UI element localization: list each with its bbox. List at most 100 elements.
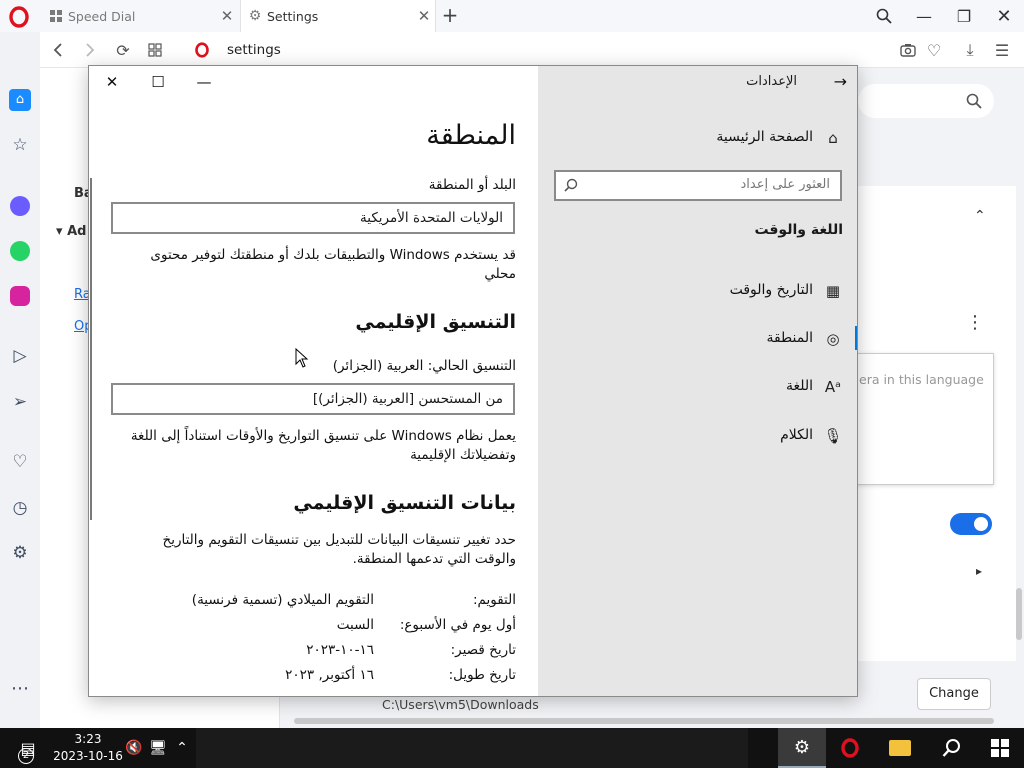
settings-nav-pane: → الإعدادات ⌂ الصفحة الرئيسية العثور على… <box>538 66 857 696</box>
selected-indicator <box>855 326 857 350</box>
volume-muted-icon[interactable]: 🔇 <box>122 728 146 768</box>
regional-format-heading: التنسيق الإقليمي <box>355 311 516 333</box>
search-settings-box[interactable] <box>858 84 994 118</box>
maximize-icon[interactable]: ☐ <box>135 66 181 98</box>
country-value: الولايات المتحدة الأمريكية <box>360 210 503 226</box>
bookmarks-icon[interactable]: ☆ <box>0 130 40 160</box>
tab-speed-dial[interactable]: Speed Dial ✕ <box>40 0 238 32</box>
heart-icon[interactable]: ♡ <box>918 32 950 68</box>
long-date-value: ١٦ أكتوبر, ٢٠٢٣ <box>285 667 374 683</box>
home-icon[interactable]: ⌂ <box>0 85 40 115</box>
tab-label: Speed Dial <box>68 8 136 24</box>
more-options-icon[interactable]: ⋮ <box>966 312 984 333</box>
short-date-label: تاريخ قصير: <box>450 642 516 658</box>
regional-format-dropdown[interactable]: من المستحسن [العربية (الجزائر)] <box>111 383 515 415</box>
minimize-icon[interactable]: — <box>181 66 227 98</box>
settings-title: الإعدادات <box>746 74 797 89</box>
microphone-icon: 🎙 <box>823 427 843 445</box>
url-field[interactable]: settings <box>227 32 281 68</box>
forward-icon[interactable] <box>74 32 106 68</box>
toggle-switch[interactable] <box>950 513 992 535</box>
nav-date-time[interactable]: ▦ التاريخ والوقت <box>538 272 857 312</box>
settings-gear-icon[interactable]: ⚙ <box>0 538 40 568</box>
format-description: يعمل نظام Windows على تنسيق التواريخ وال… <box>130 428 516 463</box>
whatsapp-icon[interactable] <box>0 236 40 266</box>
tab-label: Settings <box>267 8 319 24</box>
download-path: C:\Users\vm5\Downloads <box>382 697 539 712</box>
nav-region[interactable]: ◎ المنطقة <box>538 320 857 360</box>
search-placeholder: العثور على إعداد <box>740 177 830 192</box>
desktop-wallpaper-strip <box>196 728 748 768</box>
calendar-clock-icon: ▦ <box>825 282 841 300</box>
close-window-icon[interactable]: ✕ <box>984 0 1024 32</box>
tab-settings[interactable]: ⚙ Settings ✕ <box>240 0 436 32</box>
easy-setup-icon[interactable]: ☰ <box>986 32 1018 68</box>
clock-time: 3:23 <box>74 732 102 746</box>
player-icon[interactable]: ▷ <box>0 341 40 371</box>
nav-language[interactable]: Aᵃ اللغة <box>538 368 857 408</box>
clock-date: 2023-10-16 <box>53 749 123 763</box>
opera-app-icon[interactable] <box>826 728 874 768</box>
format-value: من المستحسن [العربية (الجزائر)] <box>312 391 503 407</box>
messenger-icon[interactable] <box>0 191 40 221</box>
settings-app-icon[interactable]: ⚙ <box>778 728 826 768</box>
country-label: البلد أو المنطقة <box>428 177 516 193</box>
expand-arrow-icon[interactable]: ▸ <box>976 564 982 578</box>
content-scrollbar[interactable] <box>90 178 92 520</box>
grid-icon <box>48 8 64 24</box>
address-bar: ⟳ settings ♡ ⤓ ☰ <box>40 32 1024 68</box>
more-icon[interactable]: ⋯ <box>0 673 40 703</box>
network-icon[interactable]: 🖥 <box>146 728 170 768</box>
language-icon: Aᵃ <box>824 378 842 396</box>
regional-data-heading: بيانات التنسيق الإقليمي <box>293 492 516 514</box>
back-arrow-icon[interactable]: → <box>834 72 847 91</box>
globe-icon: ◎ <box>826 330 840 348</box>
short-date-value: ١٦-١٠-٢٠٢٣ <box>306 642 374 658</box>
tab-bar: Speed Dial ✕ ⚙ Settings ✕ + — ❐ ✕ <box>0 0 1024 32</box>
download-icon[interactable]: ⤓ <box>954 32 986 68</box>
nav-home[interactable]: ⌂ الصفحة الرئيسية <box>538 119 857 159</box>
start-windows-icon[interactable] <box>976 728 1024 768</box>
regional-data-description: حدد تغيير تنسيقات البيانات للتبديل بين ت… <box>162 532 517 567</box>
restore-window-icon[interactable]: ❐ <box>944 0 984 32</box>
close-icon[interactable]: ✕ <box>89 66 135 98</box>
reload-icon[interactable]: ⟳ <box>107 32 139 68</box>
close-tab-icon[interactable]: ✕ <box>413 7 435 25</box>
language-dropdown-box[interactable]: era in this language <box>850 353 994 485</box>
nav-speech[interactable]: 🎙 الكلام <box>538 417 857 457</box>
mouse-cursor <box>295 347 309 372</box>
page-title: المنطقة <box>426 120 516 151</box>
vertical-scrollbar[interactable] <box>1016 588 1022 640</box>
new-tab-button[interactable]: + <box>440 3 460 27</box>
instagram-icon[interactable] <box>0 281 40 311</box>
opera-menu-logo[interactable] <box>8 6 32 28</box>
home-icon: ⌂ <box>828 129 838 147</box>
language-option-text: era in this language <box>859 372 984 387</box>
calendar-value: التقويم الميلادي (تسمية فرنسية) <box>191 592 374 608</box>
show-hidden-icons-icon[interactable]: ⌃ <box>170 728 194 768</box>
calendar-label: التقويم: <box>472 592 516 608</box>
section-heading: اللغة والوقت <box>754 222 843 238</box>
nav-advanced[interactable]: ▾ Ad <box>56 224 86 239</box>
search-icon[interactable] <box>928 728 976 768</box>
search-tabs-icon[interactable] <box>864 0 904 32</box>
clock[interactable]: 3:23 2023-10-16 <box>52 731 124 765</box>
find-setting-input[interactable]: العثور على إعداد <box>554 170 842 201</box>
windows-settings-window: ✕ ☐ — المنطقة البلد أو المنطقة الولايات … <box>88 65 858 697</box>
file-explorer-icon[interactable] <box>876 728 924 768</box>
send-icon[interactable]: ➢ <box>0 387 40 417</box>
change-button[interactable]: Change <box>917 678 991 710</box>
history-icon[interactable]: ◷ <box>0 493 40 523</box>
heart-icon[interactable]: ♡ <box>0 447 40 477</box>
close-tab-icon[interactable]: ✕ <box>216 7 238 25</box>
windows-taskbar: ▤ 2 3:23 2023-10-16 🔇 🖥 ⌃ ⚙ <box>0 728 1024 768</box>
collapse-chevron-icon[interactable]: ⌃ <box>974 208 986 224</box>
long-date-label: تاريخ طويل: <box>448 667 516 683</box>
opera-sidebar: ⌂ ☆ ▷ ➢ ♡ ◷ ⚙ ⋯ <box>0 32 40 728</box>
minimize-window-icon[interactable]: — <box>904 0 944 32</box>
horizontal-scrollbar[interactable] <box>294 718 994 724</box>
back-icon[interactable] <box>42 32 74 68</box>
tabs-overview-icon[interactable] <box>139 32 171 68</box>
country-description: قد يستخدم Windows والتطبيقات بلدك أو منط… <box>150 247 516 282</box>
country-dropdown[interactable]: الولايات المتحدة الأمريكية <box>111 202 515 234</box>
